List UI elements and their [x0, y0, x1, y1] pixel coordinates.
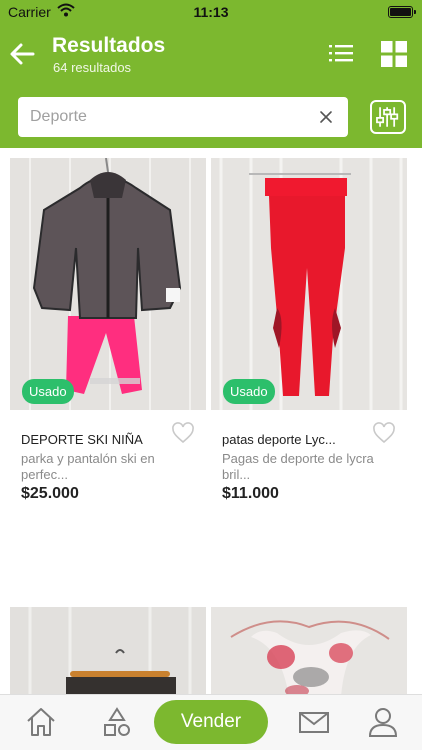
page-title: Resultados [52, 34, 166, 57]
profile-icon[interactable] [366, 705, 400, 739]
product-card[interactable]: Usado DEPORTE SKI NIÑA parka y pantalón … [10, 158, 206, 596]
clear-icon[interactable] [318, 109, 334, 125]
mail-icon[interactable] [297, 705, 331, 739]
battery-icon [388, 6, 416, 18]
categories-icon[interactable] [100, 705, 134, 739]
list-view-icon[interactable] [327, 42, 355, 64]
product-description: Pagas de deporte de lycra bril... [222, 451, 374, 482]
heart-icon[interactable] [372, 422, 396, 444]
product-image[interactable] [10, 158, 206, 410]
tab-bar: Vender [0, 694, 422, 750]
status-bar: Carrier 11:13 [0, 0, 422, 24]
product-description: parka y pantalón ski en perfec... [21, 451, 155, 482]
product-image[interactable] [10, 607, 206, 694]
product-price: $11.000 [222, 485, 279, 502]
condition-badge: Usado [223, 379, 275, 404]
product-card[interactable] [211, 607, 407, 694]
results-count: 64 resultados [53, 60, 132, 75]
product-price: $25.000 [21, 485, 79, 502]
screen: Carrier 11:13 Resultados 64 resultados D… [0, 0, 422, 750]
product-image[interactable] [211, 607, 407, 694]
back-arrow-icon[interactable] [8, 40, 36, 68]
filter-icon[interactable] [370, 100, 406, 134]
product-card[interactable]: Usado patas deporte Lyc... Pagas de depo… [211, 158, 407, 596]
clock: 11:13 [193, 4, 229, 20]
sell-button[interactable]: Vender [154, 700, 268, 744]
search-placeholder: Deporte [30, 108, 87, 125]
grid-view-icon[interactable] [381, 41, 407, 67]
search-input[interactable]: Deporte [18, 97, 348, 137]
header: Resultados 64 resultados Deporte [0, 24, 422, 148]
product-card[interactable] [10, 607, 206, 694]
heart-icon[interactable] [171, 422, 195, 444]
product-image[interactable] [211, 158, 407, 410]
condition-badge: Usado [22, 379, 74, 404]
home-icon[interactable] [24, 705, 58, 739]
product-name[interactable]: DEPORTE SKI NIÑA [21, 432, 171, 447]
results-grid[interactable]: Usado DEPORTE SKI NIÑA parka y pantalón … [0, 148, 422, 694]
product-name[interactable]: patas deporte Lyc... [222, 432, 372, 447]
